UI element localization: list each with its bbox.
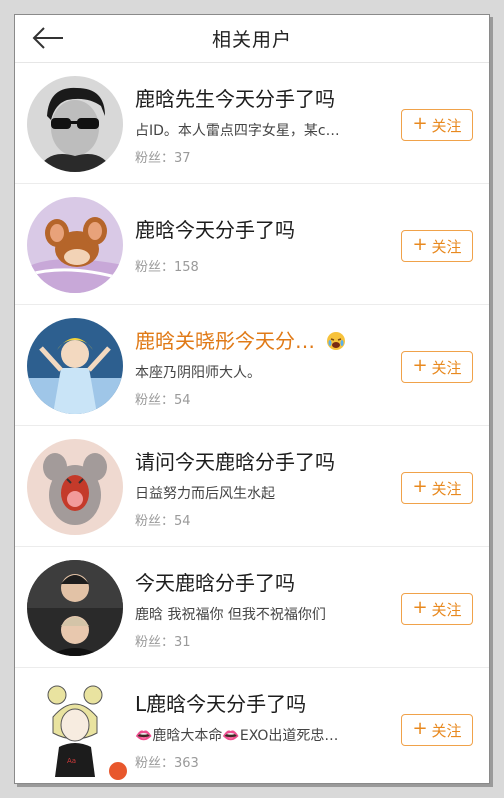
plus-icon: + [412,113,428,134]
follow-button[interactable]: + 关注 [401,714,473,746]
follow-label: 关注 [431,721,462,740]
user-name[interactable]: 鹿晗关晓彤今天分… [135,325,347,356]
user-name-text: 鹿晗关晓彤今天分… [135,329,315,353]
fans-count: 粉丝：54 [135,393,191,408]
user-name[interactable]: L鹿晗今天分手了吗 [135,688,306,717]
follow-label: 关注 [431,237,462,256]
user-bio: 鹿晗 我祝福你 但我不祝福你们 [135,607,326,623]
user-row[interactable]: 鹿晗先生今天分手了吗 占ID。本人雷点四字女星，某c… 粉丝：37 + 关注 [15,63,489,184]
crying-emoji-icon [325,331,347,356]
follow-button[interactable]: + 关注 [401,230,473,262]
follow-label: 关注 [431,479,462,498]
fans-count: 粉丝：37 [135,151,191,166]
user-row[interactable]: 今天鹿晗分手了吗 鹿晗 我祝福你 但我不祝福你们 粉丝：31 + 关注 [15,547,489,668]
avatar[interactable] [27,439,123,535]
user-bio: 本座乃阴阳师大人。 [135,365,261,381]
plus-icon: + [412,718,428,739]
user-name[interactable]: 鹿晗先生今天分手了吗 [135,83,335,112]
follow-button[interactable]: + 关注 [401,593,473,625]
user-name[interactable]: 请问今天鹿晗分手了吗 [135,446,335,475]
user-name[interactable]: 今天鹿晗分手了吗 [135,567,295,596]
follow-button[interactable]: + 关注 [401,109,473,141]
avatar[interactable] [27,318,123,414]
user-bio: 👄鹿晗大本命👄EXO出道死忠… [135,728,339,744]
app-frame: 相关用户 鹿晗先生今天分手了吗 占ID。本人雷点四字女星，某c… 粉丝：37 + [14,14,490,784]
user-row[interactable]: 鹿晗今天分手了吗 粉丝：158 + 关注 [15,184,489,305]
svg-text:Aa: Aa [67,757,76,765]
user-bio: 日益努力而后风生水起 [135,486,275,502]
avatar[interactable] [27,560,123,656]
verified-badge-icon [107,760,129,782]
plus-icon: + [412,234,428,255]
avatar[interactable] [27,76,123,172]
fans-count: 粉丝：54 [135,514,191,529]
top-bar: 相关用户 [15,15,489,63]
fans-count: 粉丝：363 [135,756,199,771]
user-list: 鹿晗先生今天分手了吗 占ID。本人雷点四字女星，某c… 粉丝：37 + 关注 鹿… [15,63,489,783]
avatar[interactable] [27,197,123,293]
follow-button[interactable]: + 关注 [401,351,473,383]
back-arrow-icon[interactable] [29,21,67,55]
follow-label: 关注 [431,358,462,377]
plus-icon: + [412,476,428,497]
user-row[interactable]: 请问今天鹿晗分手了吗 日益努力而后风生水起 粉丝：54 + 关注 [15,426,489,547]
follow-label: 关注 [431,600,462,619]
page-title: 相关用户 [211,29,292,51]
fans-count: 粉丝：31 [135,635,191,650]
plus-icon: + [412,355,428,376]
follow-button[interactable]: + 关注 [401,472,473,504]
follow-label: 关注 [431,116,462,135]
plus-icon: + [412,597,428,618]
user-bio: 占ID。本人雷点四字女星，某c… [135,123,340,139]
fans-count: 粉丝：158 [135,260,199,275]
user-row[interactable]: Aa L鹿晗今天分手了吗 👄鹿晗大本命👄EXO出道死忠… 粉丝：363 + 关注 [15,668,489,783]
user-row[interactable]: 鹿晗关晓彤今天分… 本座乃阴阳师大人。 粉丝：54 + 关注 [15,305,489,426]
user-name[interactable]: 鹿晗今天分手了吗 [135,214,295,243]
avatar[interactable]: Aa [27,681,123,777]
